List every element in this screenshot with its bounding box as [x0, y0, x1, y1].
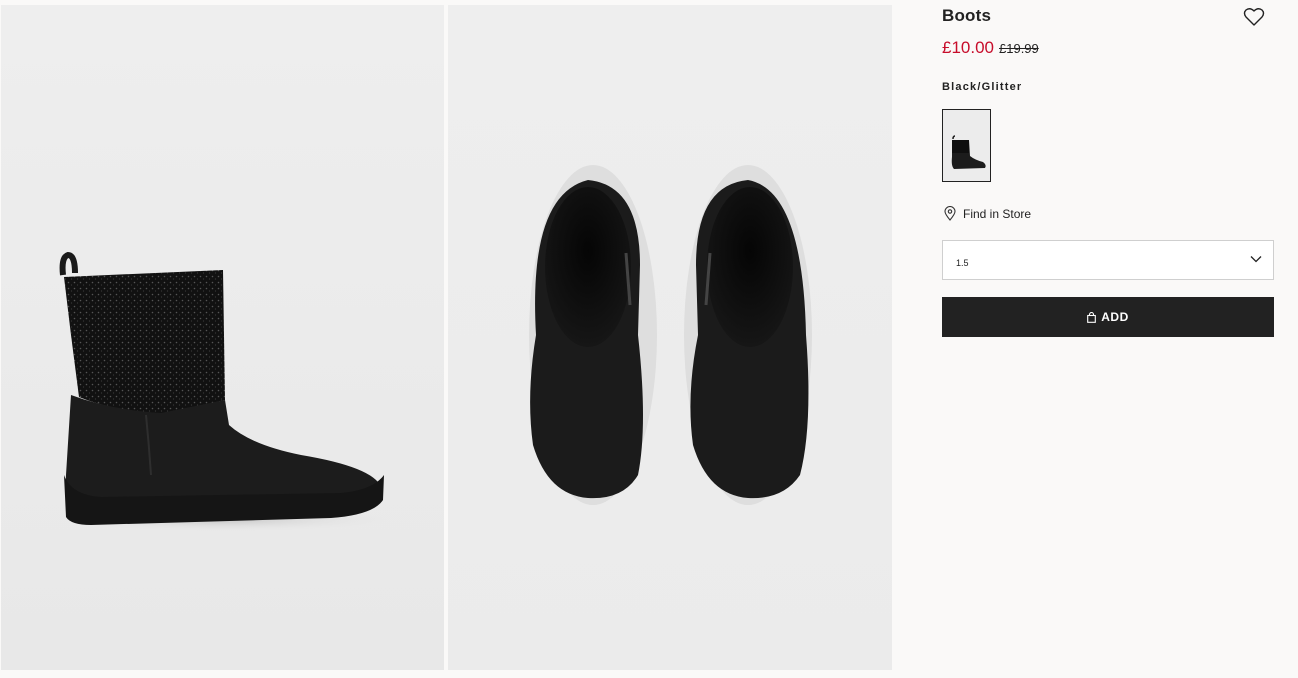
- boots-top-view-image: [529, 165, 812, 505]
- size-select[interactable]: 1.5: [942, 240, 1274, 280]
- color-name: Black/Glitter: [942, 81, 1023, 93]
- color-swatch-black-glitter[interactable]: [942, 109, 991, 182]
- price: £10.00 £19.99: [942, 38, 1039, 58]
- product-title: Boots: [942, 6, 992, 25]
- selected-size: 1.5: [956, 258, 969, 268]
- find-in-store-link[interactable]: Find in Store: [944, 206, 1031, 221]
- shopping-bag-icon: [1087, 311, 1097, 323]
- product-image-top[interactable]: [448, 5, 892, 670]
- product-page: Boots £10.00 £19.99 Black/Glitter Find i…: [0, 0, 1298, 678]
- wishlist-button[interactable]: [1243, 7, 1265, 27]
- boot-thumbnail-image: [945, 112, 989, 180]
- product-image-side[interactable]: [1, 5, 444, 670]
- find-in-store-label: Find in Store: [963, 206, 1032, 221]
- product-info: Boots £10.00 £19.99 Black/Glitter Find i…: [942, 0, 1274, 678]
- add-button-label: ADD: [1101, 310, 1129, 324]
- sale-price: £10.00: [942, 38, 994, 57]
- chevron-down-icon: [1250, 256, 1262, 263]
- boot-side-view-image: [56, 251, 396, 532]
- original-price: £19.99: [999, 41, 1039, 56]
- location-pin-icon: [944, 206, 956, 221]
- add-to-bag-button[interactable]: ADD: [942, 297, 1274, 337]
- heart-icon: [1243, 8, 1265, 26]
